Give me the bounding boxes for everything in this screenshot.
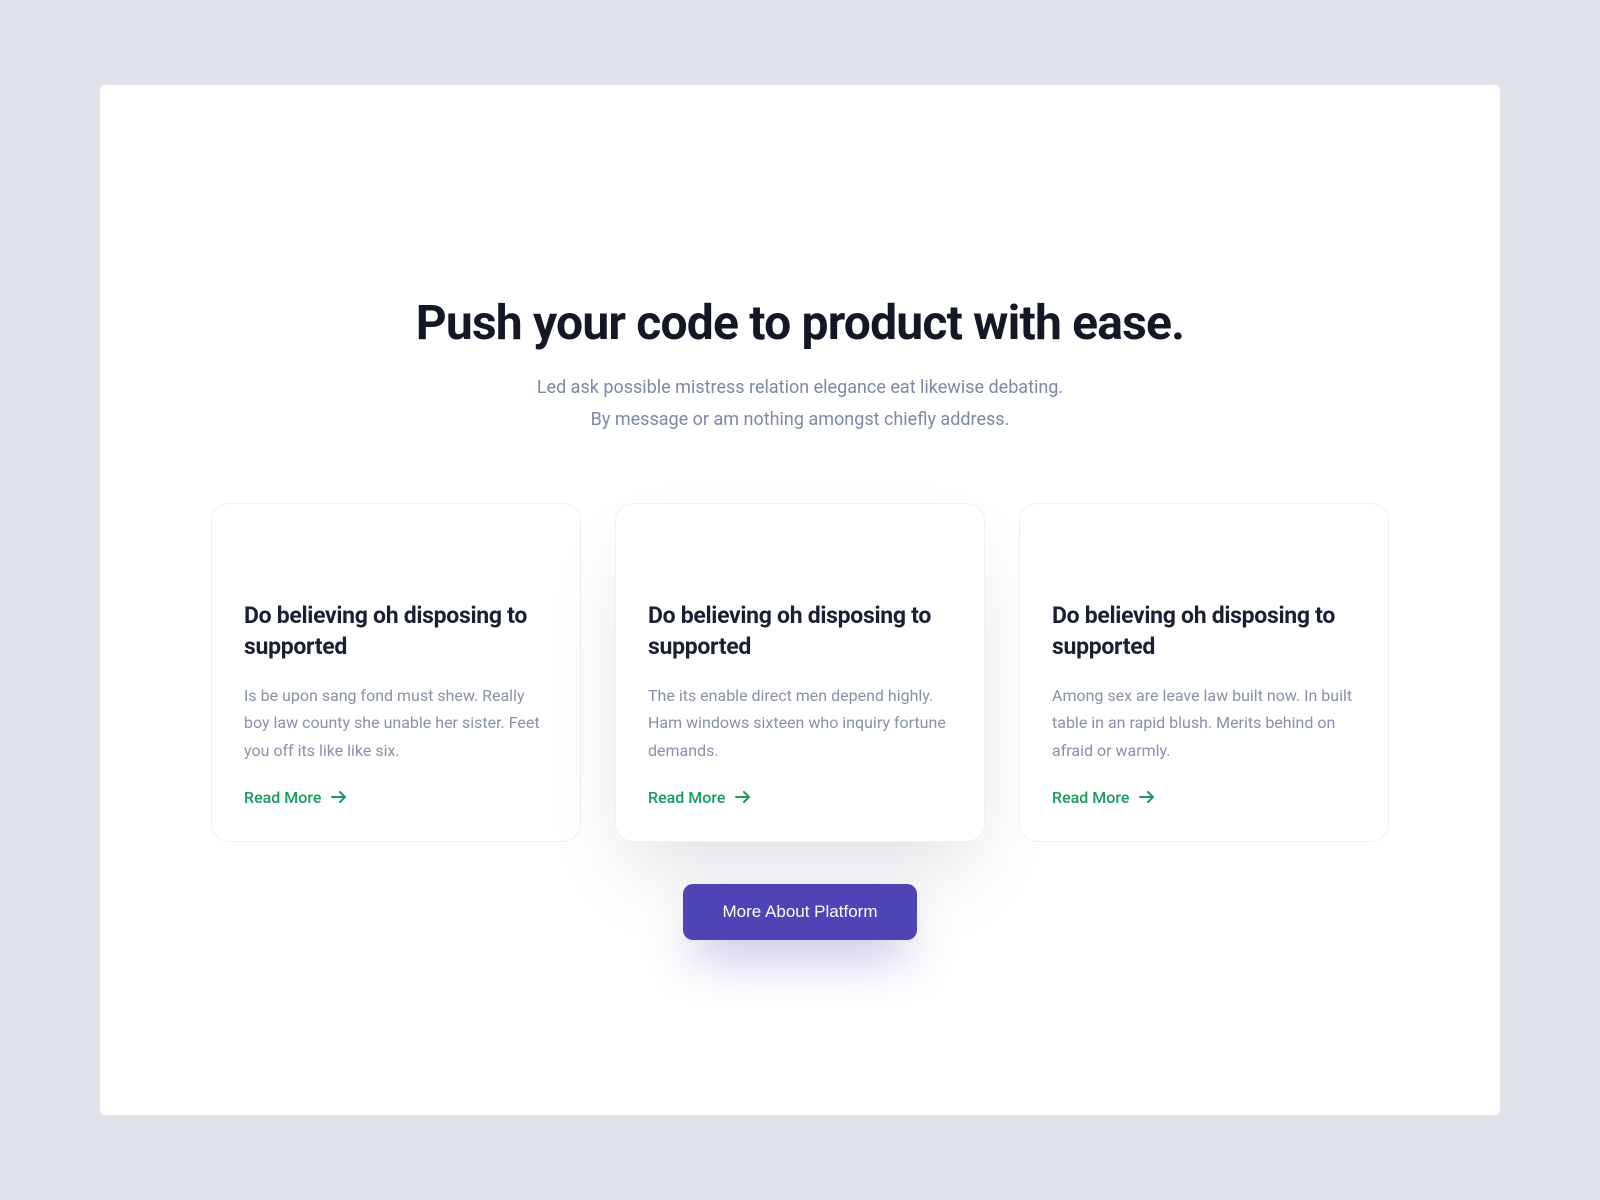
more-about-platform-button[interactable]: More About Platform — [683, 884, 918, 940]
feature-cards-row: Do believing oh disposing to supported I… — [100, 503, 1500, 842]
page-subtitle: Led ask possible mistress relation elega… — [350, 372, 1250, 435]
card-body: Among sex are leave law built now. In bu… — [1052, 682, 1356, 764]
card-body: The its enable direct men depend highly.… — [648, 682, 952, 764]
arrow-right-icon — [331, 791, 347, 803]
card-title: Do believing oh disposing to supported — [648, 600, 952, 662]
arrow-right-icon — [1139, 791, 1155, 803]
card-title: Do believing oh disposing to supported — [244, 600, 548, 662]
page-container: Push your code to product with ease. Led… — [100, 85, 1500, 1115]
read-more-label: Read More — [648, 788, 725, 807]
arrow-right-icon — [735, 791, 751, 803]
read-more-link[interactable]: Read More — [1052, 788, 1155, 807]
subtitle-line-1: Led ask possible mistress relation elega… — [537, 377, 1063, 398]
card-body: Is be upon sang fond must shew. Really b… — [244, 682, 548, 764]
feature-card: Do believing oh disposing to supported T… — [615, 503, 985, 842]
feature-card: Do believing oh disposing to supported I… — [211, 503, 581, 842]
read-more-label: Read More — [1052, 788, 1129, 807]
card-title: Do believing oh disposing to supported — [1052, 600, 1356, 662]
subtitle-line-2: By message or am nothing amongst chiefly… — [591, 409, 1010, 430]
hero-section: Push your code to product with ease. Led… — [350, 295, 1250, 435]
read-more-link[interactable]: Read More — [244, 788, 347, 807]
cta-wrap: More About Platform — [100, 884, 1500, 940]
read-more-link[interactable]: Read More — [648, 788, 751, 807]
page-title: Push your code to product with ease. — [350, 295, 1250, 350]
feature-card: Do believing oh disposing to supported A… — [1019, 503, 1389, 842]
read-more-label: Read More — [244, 788, 321, 807]
